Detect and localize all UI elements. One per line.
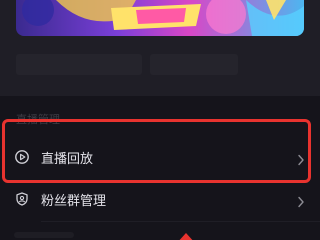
fan-group-icon	[14, 191, 30, 207]
banner-artwork	[16, 0, 304, 36]
fan-group-management-label: 粉丝群管理	[41, 193, 107, 209]
fan-group-management-row[interactable]: 粉丝群管理	[0, 177, 320, 221]
live-replay-label: 直播回放	[41, 151, 94, 167]
screen: 直播管理 直播回放 粉丝群管理	[0, 0, 320, 240]
live-room-card[interactable]	[0, 0, 320, 96]
promo-banner[interactable]	[16, 0, 304, 36]
live-room-desc-left	[16, 54, 142, 75]
live-replay-row[interactable]: 直播回放	[0, 134, 320, 180]
arrow-pointer-icon	[176, 229, 196, 240]
live-room-title	[16, 41, 24, 54]
section-title: 直播管理	[16, 113, 60, 126]
chevron-right-icon	[297, 193, 305, 208]
play-circle-icon	[14, 149, 30, 165]
next-row-placeholder	[14, 232, 74, 238]
live-room-desc-right	[150, 54, 238, 75]
chevron-right-icon	[297, 151, 305, 166]
